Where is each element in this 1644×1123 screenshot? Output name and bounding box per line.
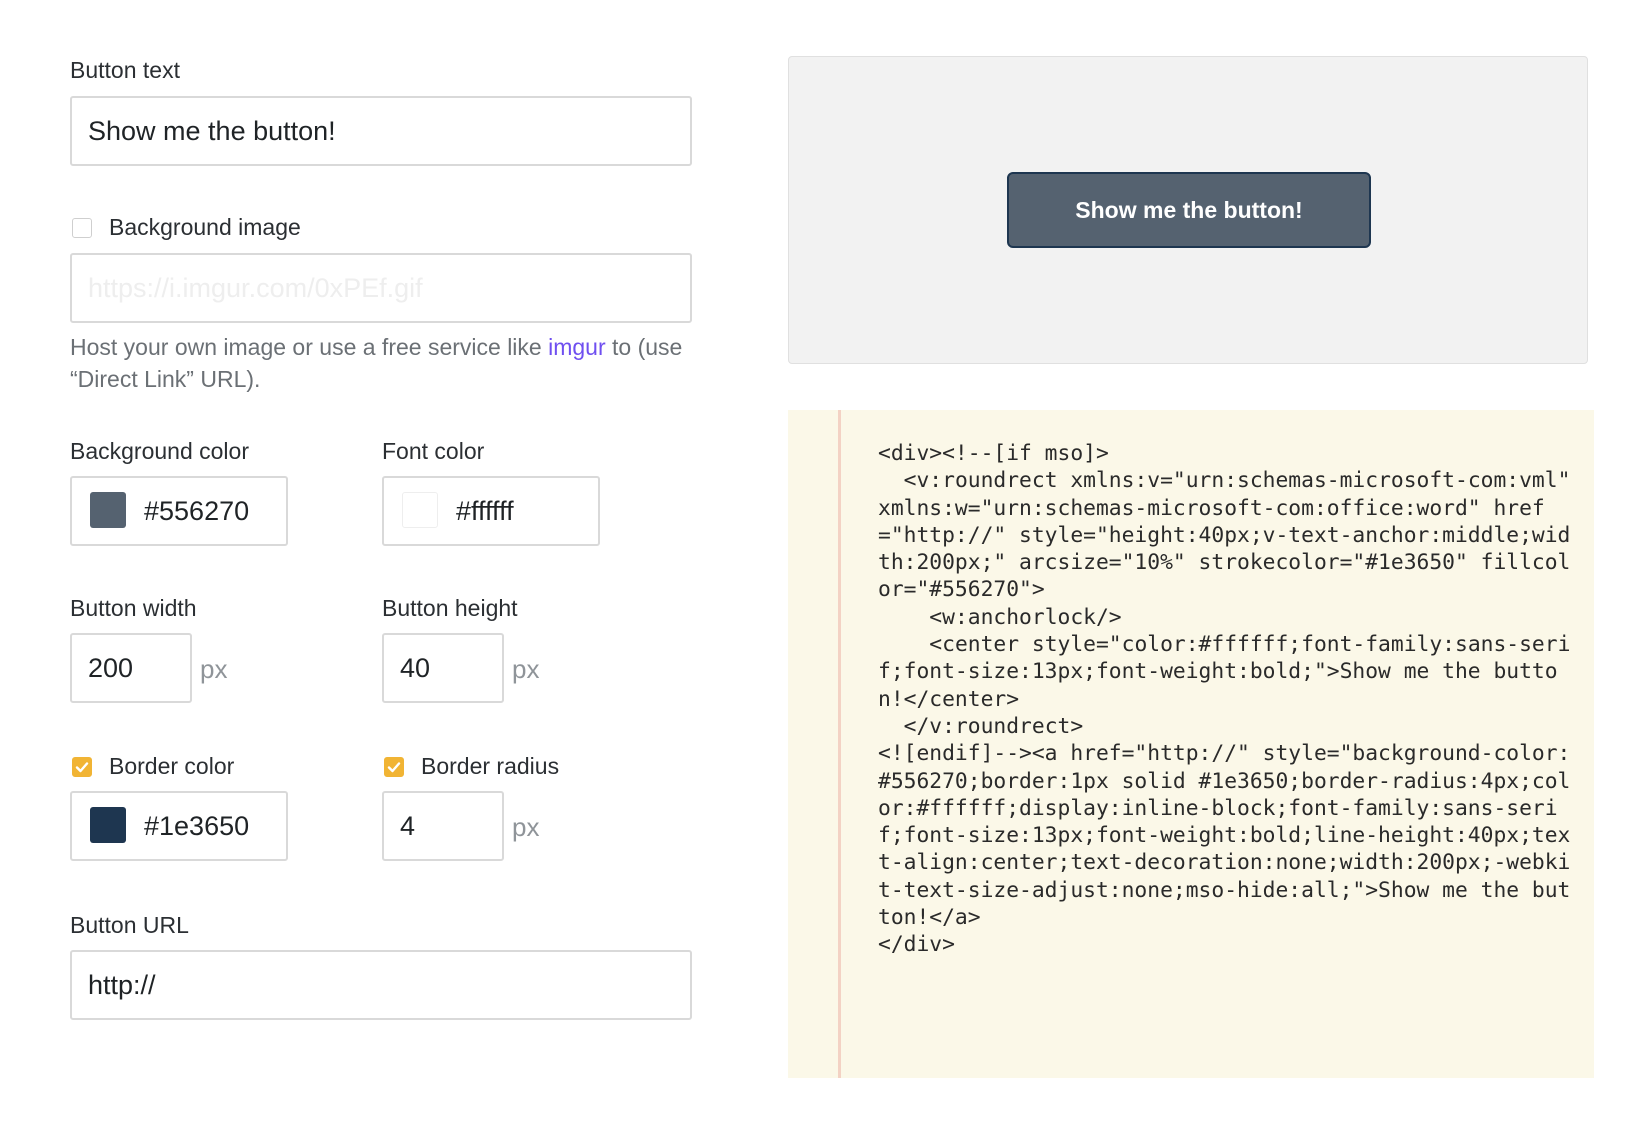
help-text-before: Host your own image or use a free servic… xyxy=(70,334,549,360)
font-color-field[interactable]: #ffffff xyxy=(382,476,600,546)
code-margin-rule xyxy=(838,410,841,1078)
border-color-checkbox[interactable] xyxy=(72,757,92,777)
button-width-input[interactable] xyxy=(70,633,192,703)
button-width-unit: px xyxy=(200,654,228,684)
font-color-label: Font color xyxy=(382,438,485,464)
button-width-label: Button width xyxy=(70,595,197,621)
border-color-value: #1e3650 xyxy=(144,811,250,841)
border-color-label: Border color xyxy=(109,753,235,779)
imgur-link[interactable]: imgur xyxy=(548,334,606,360)
border-radius-checkbox[interactable] xyxy=(384,757,404,777)
background-color-swatch[interactable] xyxy=(90,492,126,528)
background-image-checkbox[interactable] xyxy=(72,218,92,238)
border-radius-input[interactable] xyxy=(382,791,504,861)
checkmark-icon xyxy=(75,762,89,773)
checkmark-icon xyxy=(387,762,401,773)
background-color-field[interactable]: #556270 xyxy=(70,476,288,546)
border-color-swatch[interactable] xyxy=(90,807,126,843)
background-image-help: Host your own image or use a free servic… xyxy=(70,331,692,395)
generated-code[interactable]: <div><!--[if mso]> <v:roundrect xmlns:v=… xyxy=(878,440,1578,959)
background-image-label: Background image xyxy=(109,214,301,240)
background-image-url-input[interactable] xyxy=(70,253,692,323)
button-preview-panel: Show me the button! xyxy=(788,56,1588,364)
button-text-label: Button text xyxy=(70,57,180,83)
background-color-label: Background color xyxy=(70,438,249,464)
font-color-swatch[interactable] xyxy=(402,492,438,528)
border-radius-unit: px xyxy=(512,812,540,842)
border-radius-label: Border radius xyxy=(421,753,560,779)
background-color-value: #556270 xyxy=(144,496,250,526)
button-height-unit: px xyxy=(512,654,540,684)
button-url-input[interactable] xyxy=(70,950,692,1020)
button-text-input[interactable] xyxy=(70,96,692,166)
preview-button[interactable]: Show me the button! xyxy=(1007,172,1371,248)
border-color-field[interactable]: #1e3650 xyxy=(70,791,288,861)
font-color-value: #ffffff xyxy=(456,496,514,526)
code-panel: <div><!--[if mso]> <v:roundrect xmlns:v=… xyxy=(788,410,1594,1078)
button-url-label: Button URL xyxy=(70,912,189,938)
button-height-label: Button height xyxy=(382,595,518,621)
button-height-input[interactable] xyxy=(382,633,504,703)
